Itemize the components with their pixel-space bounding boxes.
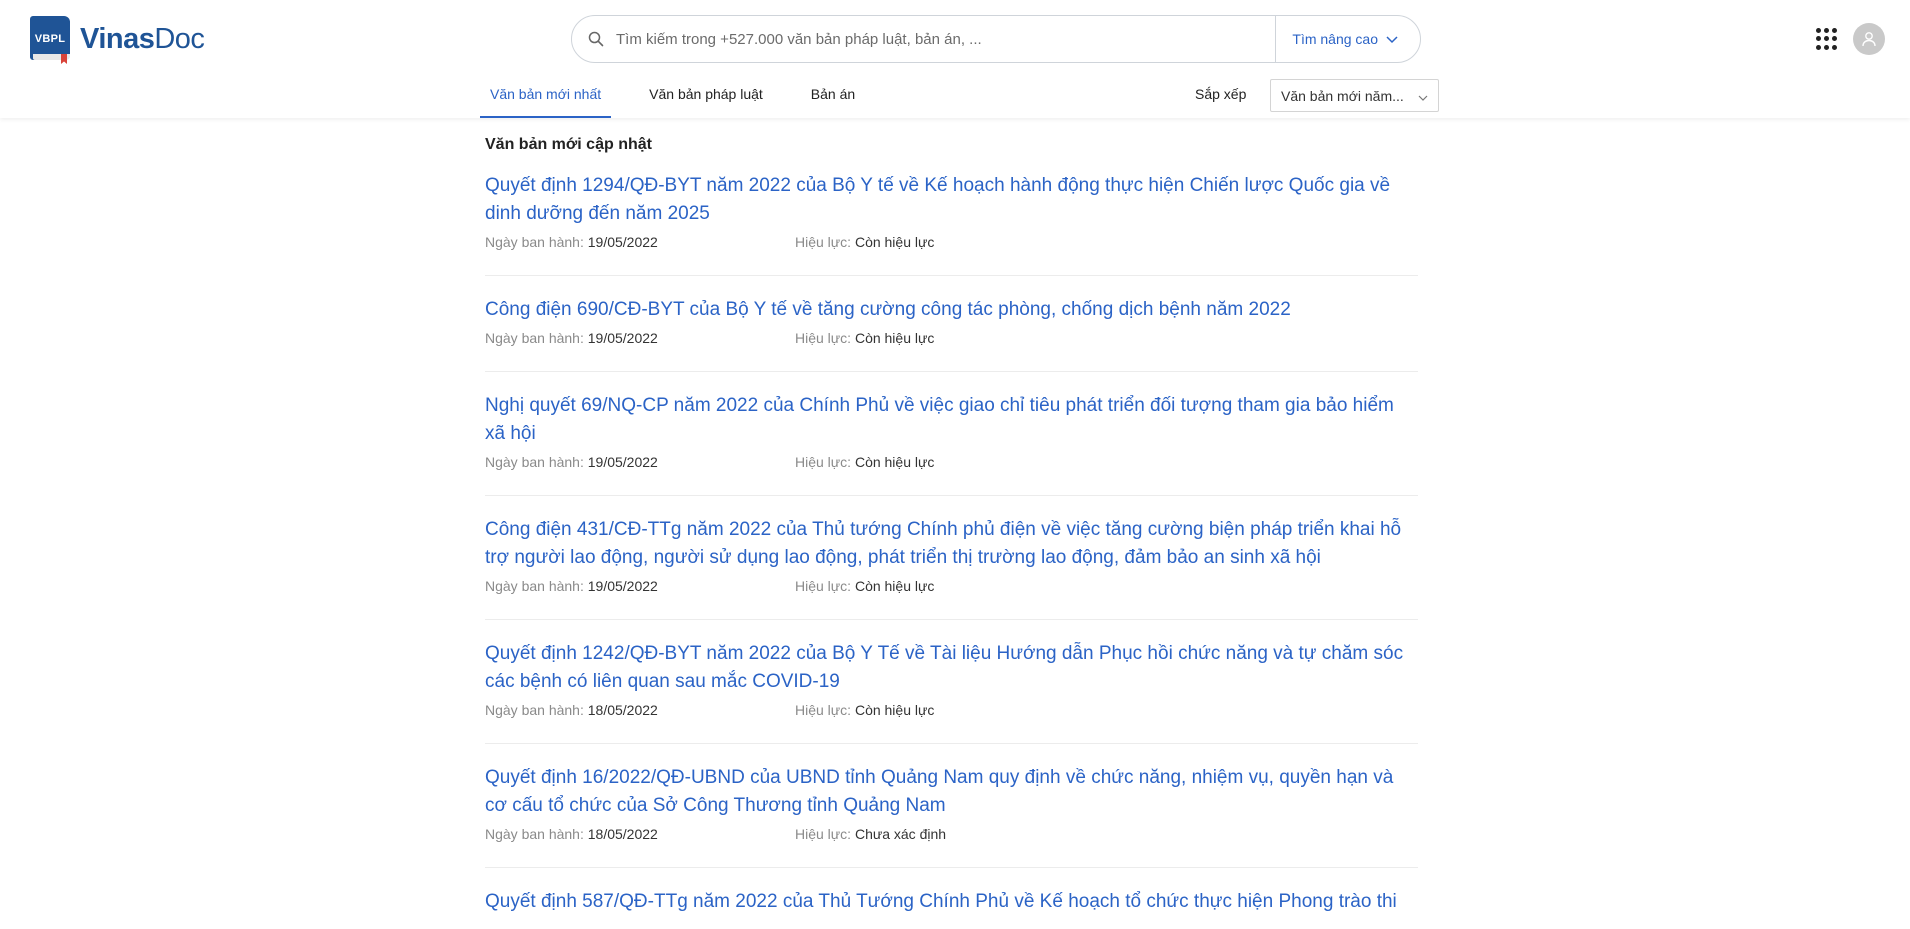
status-label: Hiệu lực: [795, 578, 852, 594]
status-label: Hiệu lực: [795, 330, 852, 346]
chevron-down-icon [1418, 88, 1428, 104]
document-title-link[interactable]: Nghị quyết 69/NQ-CP năm 2022 của Chính P… [485, 392, 1418, 448]
tab-legal-documents[interactable]: Văn bản pháp luật [639, 82, 773, 118]
sort-selected-value: Văn bản mới năm... [1281, 87, 1404, 104]
status-label: Hiệu lực: [795, 826, 852, 842]
issue-date: 19/05/2022 [587, 234, 658, 250]
logo-wordmark: VinasDoc [80, 22, 205, 56]
document-title-link[interactable]: Công điện 431/CĐ-TTg năm 2022 của Thủ tư… [485, 516, 1418, 572]
date-label: Ngày ban hành: [485, 702, 584, 718]
apps-grid-icon[interactable] [1816, 28, 1838, 50]
list-item: Quyết định 1294/QĐ-BYT năm 2022 của Bộ Y… [485, 172, 1418, 276]
search-input[interactable] [604, 17, 1276, 61]
document-meta: Ngày ban hành: 19/05/2022 Hiệu lực: Còn … [485, 234, 1418, 250]
document-title-link[interactable]: Quyết định 16/2022/QĐ-UBND của UBND tỉnh… [485, 764, 1418, 820]
logo[interactable]: VBPL VinasDoc [30, 14, 205, 64]
status-label: Hiệu lực: [795, 702, 852, 718]
logo-badge: VBPL [34, 33, 66, 45]
list-item: Công điện 431/CĐ-TTg năm 2022 của Thủ tư… [485, 516, 1418, 620]
logo-word-1: Vinas [80, 22, 155, 55]
date-label: Ngày ban hành: [485, 826, 584, 842]
date-label: Ngày ban hành: [485, 330, 584, 346]
book-logo-icon: VBPL [30, 16, 72, 64]
advanced-search-label: Tìm nâng cao [1292, 31, 1378, 47]
advanced-search-button[interactable]: Tìm nâng cao [1275, 16, 1420, 62]
logo-word-2: Doc [154, 22, 205, 55]
date-label: Ngày ban hành: [485, 454, 584, 470]
status-label: Hiệu lực: [795, 454, 852, 470]
list-item: Quyết định 1242/QĐ-BYT năm 2022 của Bộ Y… [485, 640, 1418, 744]
issue-date: 19/05/2022 [587, 578, 658, 594]
list-item: Nghị quyết 69/NQ-CP năm 2022 của Chính P… [485, 392, 1418, 496]
document-meta: Ngày ban hành: 19/05/2022 Hiệu lực: Còn … [485, 330, 1418, 346]
date-label: Ngày ban hành: [485, 234, 584, 250]
status-value: Còn hiệu lực [854, 702, 935, 718]
user-avatar-icon[interactable] [1853, 23, 1885, 55]
issue-date: 18/05/2022 [587, 826, 658, 842]
chevron-down-icon [1386, 31, 1398, 47]
search-icon [588, 31, 604, 47]
top-header: VBPL VinasDoc Tìm nâng cao Văn bản mới n… [0, 0, 1910, 118]
document-title-link[interactable]: Công điện 690/CĐ-BYT của Bộ Y tế về tăng… [485, 296, 1418, 324]
document-meta: Ngày ban hành: 18/05/2022 Hiệu lực: Còn … [485, 702, 1418, 718]
document-title-link[interactable]: Quyết định 1242/QĐ-BYT năm 2022 của Bộ Y… [485, 640, 1418, 696]
document-title-link[interactable]: Quyết định 587/QĐ-TTg năm 2022 của Thủ T… [485, 888, 1418, 916]
tab-judgments[interactable]: Bản án [801, 82, 865, 118]
date-label: Ngày ban hành: [485, 578, 584, 594]
issue-date: 19/05/2022 [587, 330, 658, 346]
status-value: Chưa xác định [854, 826, 947, 842]
status-label: Hiệu lực: [795, 234, 852, 250]
tab-bar: Văn bản mới nhất Văn bản pháp luật Bản á… [480, 82, 893, 118]
document-meta: Ngày ban hành: 18/05/2022 Hiệu lực: Chưa… [485, 826, 1418, 842]
document-meta: Ngày ban hành: 19/05/2022 Hiệu lực: Còn … [485, 578, 1418, 594]
search-bar: Tìm nâng cao [571, 15, 1421, 63]
status-value: Còn hiệu lực [854, 234, 935, 250]
status-value: Còn hiệu lực [854, 578, 935, 594]
issue-date: 18/05/2022 [587, 702, 658, 718]
status-value: Còn hiệu lực [854, 454, 935, 470]
document-list-section: Văn bản mới cập nhật Quyết định 1294/QĐ-… [485, 136, 1418, 929]
section-title: Văn bản mới cập nhật [485, 136, 652, 153]
tab-latest[interactable]: Văn bản mới nhất [480, 82, 612, 118]
document-title-link[interactable]: Quyết định 1294/QĐ-BYT năm 2022 của Bộ Y… [485, 172, 1418, 228]
document-meta: Ngày ban hành: 19/05/2022 Hiệu lực: Còn … [485, 454, 1418, 470]
list-item: Quyết định 16/2022/QĐ-UBND của UBND tỉnh… [485, 764, 1418, 868]
status-value: Còn hiệu lực [854, 330, 935, 346]
sort-label: Sắp xếp [1195, 86, 1247, 102]
list-item: Quyết định 587/QĐ-TTg năm 2022 của Thủ T… [485, 888, 1418, 929]
issue-date: 19/05/2022 [587, 454, 658, 470]
sort-select[interactable]: Văn bản mới năm... [1270, 79, 1439, 112]
list-item: Công điện 690/CĐ-BYT của Bộ Y tế về tăng… [485, 296, 1418, 372]
